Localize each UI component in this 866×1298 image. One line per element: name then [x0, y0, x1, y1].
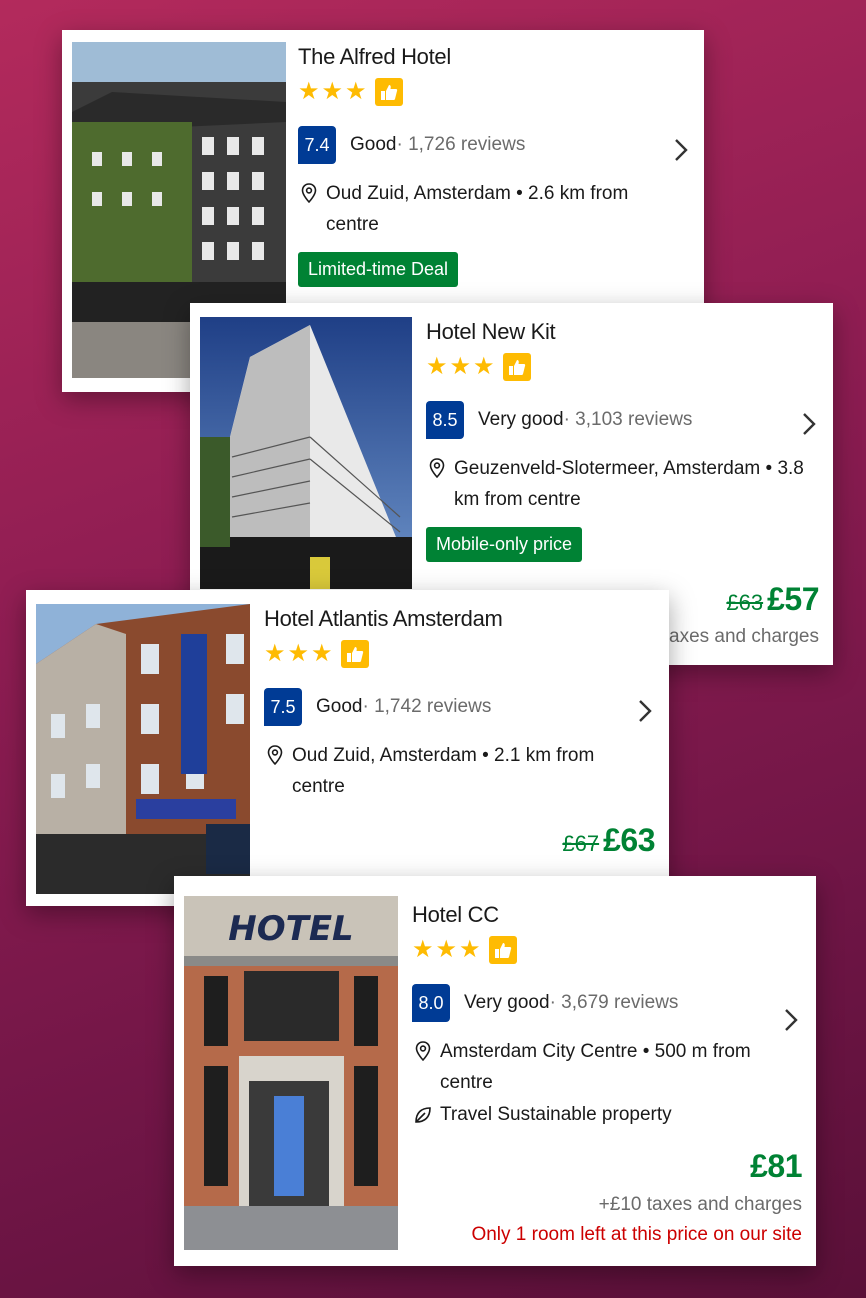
star-icon: ★ [311, 640, 333, 667]
chevron-right-icon[interactable] [634, 698, 656, 724]
location-text: Oud Zuid, Amsterdam • 2.1 km from centre [292, 745, 595, 797]
chevron-right-icon[interactable] [670, 137, 692, 163]
star-icon: ★ [449, 353, 472, 380]
star-icon: ★ [459, 936, 481, 963]
current-price: £81 [750, 1148, 802, 1184]
review-summary[interactable]: 8.0 Very good · 3,679 reviews [412, 984, 808, 1022]
hotel-location: Oud Zuid, Amsterdam • 2.1 km from centre [264, 740, 660, 802]
thumbs-up-icon [502, 353, 531, 381]
star-icon: ★ [473, 353, 495, 380]
sustainable-text: Travel Sustainable property [440, 1104, 672, 1125]
price-block: £63 £57 [726, 581, 819, 618]
rating-label: Very good [478, 409, 564, 430]
price-block: £67 £63 [562, 822, 655, 859]
current-price: £57 [767, 581, 819, 617]
star-icon: ★ [345, 78, 367, 105]
review-count: · 3,103 reviews [563, 409, 693, 430]
current-price: £63 [603, 822, 655, 858]
review-count: · 3,679 reviews [549, 992, 679, 1013]
location-text: Oud Zuid, Amsterdam • 2.6 km from centre [326, 183, 629, 235]
location-pin-icon [429, 458, 445, 479]
rating-label: Good [316, 696, 363, 717]
review-summary[interactable]: 8.5 Very good · 3,103 reviews [426, 401, 822, 439]
original-price: £63 [726, 590, 764, 615]
hotel-location: Amsterdam City Centre • 500 m from centr… [412, 1036, 808, 1098]
original-price: £67 [562, 831, 600, 856]
hotel-photo-atlantis[interactable] [36, 604, 250, 894]
availability-warning: Only 1 room left at this price on our si… [471, 1224, 802, 1245]
review-count: · 1,742 reviews [362, 696, 492, 717]
review-summary[interactable]: 7.5 Good · 1,742 reviews [264, 688, 660, 726]
star-icon: ★ [412, 936, 434, 963]
thumbs-up-icon [340, 640, 369, 668]
star-icon: ★ [435, 936, 458, 963]
star-rating: ★ ★ ★ [426, 353, 822, 381]
star-rating: ★ ★ ★ [298, 78, 694, 106]
rating-label: Very good [464, 992, 550, 1013]
hotel-photo-new-kit[interactable] [200, 317, 412, 589]
location-pin-icon [301, 183, 317, 204]
chevron-right-icon[interactable] [798, 411, 820, 437]
hotel-location: Oud Zuid, Amsterdam • 2.6 km from centre [298, 178, 694, 240]
review-summary[interactable]: 7.4 Good · 1,726 reviews [298, 126, 694, 164]
star-icon: ★ [264, 640, 286, 667]
hotel-name[interactable]: The Alfred Hotel [298, 44, 694, 70]
star-icon: ★ [287, 640, 310, 667]
review-count: · 1,726 reviews [396, 134, 526, 155]
star-icon: ★ [298, 78, 320, 105]
hotel-name[interactable]: Hotel Atlantis Amsterdam [264, 606, 660, 632]
thumbs-up-icon [374, 78, 403, 106]
leaf-icon [415, 1107, 431, 1123]
chevron-right-icon[interactable] [780, 1007, 802, 1033]
taxes-note: +£10 taxes and charges [598, 1194, 802, 1215]
location-pin-icon [267, 745, 283, 766]
rating-label: Good [350, 134, 397, 155]
star-icon: ★ [321, 78, 344, 105]
location-text: Geuzenveld-Slotermeer, Amsterdam • 3.8 k… [454, 458, 804, 510]
thumbs-up-icon [488, 936, 517, 964]
star-rating: ★ ★ ★ [412, 936, 808, 964]
price-block: £81 [750, 1148, 802, 1185]
hotel-card-cc[interactable]: HOTEL Hotel CC ★ ★ ★ 8.0 Very good · 3,6… [174, 876, 816, 1266]
review-score: 7.5 [264, 688, 302, 726]
hotel-sign-text: HOTEL [228, 909, 353, 949]
deal-badge: Limited-time Deal [298, 252, 459, 287]
hotel-photo-cc[interactable]: HOTEL [184, 896, 398, 1250]
hotel-card-atlantis[interactable]: Hotel Atlantis Amsterdam ★ ★ ★ 7.5 Good … [26, 590, 669, 906]
hotel-name[interactable]: Hotel CC [412, 902, 808, 928]
review-score: 8.5 [426, 401, 464, 439]
star-rating: ★ ★ ★ [264, 640, 660, 668]
hotel-name[interactable]: Hotel New Kit [426, 319, 822, 345]
star-icon: ★ [426, 353, 448, 380]
mobile-price-badge: Mobile-only price [426, 527, 583, 562]
review-score: 8.0 [412, 984, 450, 1022]
hotel-location: Geuzenveld-Slotermeer, Amsterdam • 3.8 k… [426, 453, 822, 515]
sustainable-property: Travel Sustainable property [412, 1104, 808, 1126]
review-score: 7.4 [298, 126, 336, 164]
taxes-note: axes and charges [669, 626, 819, 647]
location-pin-icon [415, 1041, 431, 1062]
location-text: Amsterdam City Centre • 500 m from centr… [440, 1041, 751, 1093]
